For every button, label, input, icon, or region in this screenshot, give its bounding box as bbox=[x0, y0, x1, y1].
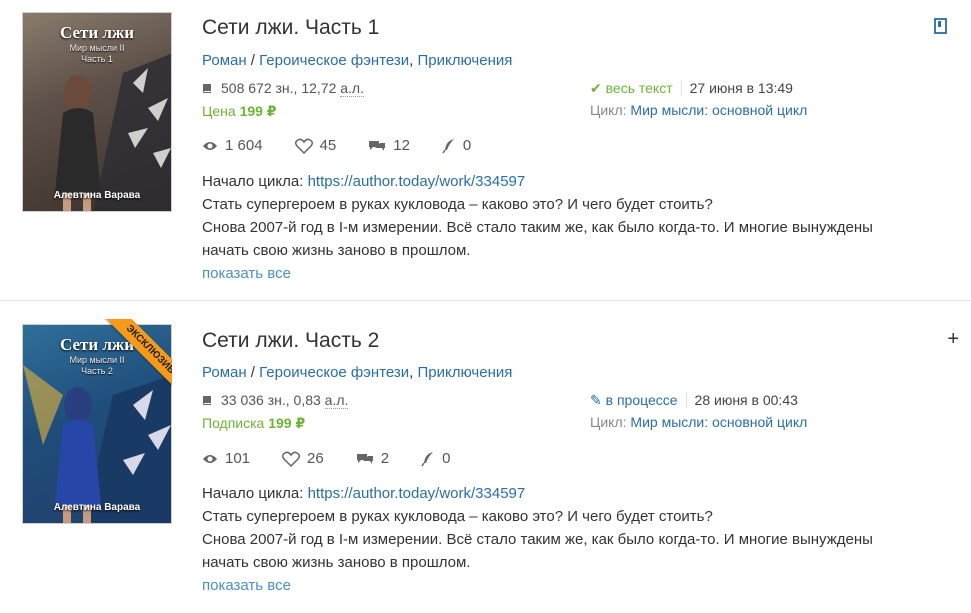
stats-row: 101 26 2 0 bbox=[202, 450, 482, 467]
cover-author: Алевтина Варава bbox=[53, 502, 141, 513]
cycle-info: Цикл: Мир мысли: основной цикл bbox=[590, 414, 808, 430]
heart-icon bbox=[282, 451, 301, 467]
book-size: 508 672 зн., 12,72 а.л. bbox=[202, 80, 364, 97]
cycle-link[interactable]: Мир мысли: основной цикл bbox=[630, 414, 807, 430]
price: Цена 199 ₽ bbox=[202, 103, 277, 119]
genre-list: Роман / Героическое фэнтези, Приключения bbox=[202, 52, 513, 69]
book-size: 33 036 зн., 0,83 а.л. bbox=[202, 392, 349, 409]
comments-icon bbox=[356, 453, 373, 464]
cover-subtitle: Мир мысли II Часть 1 bbox=[69, 43, 125, 64]
price: Подписка 199 ₽ bbox=[202, 415, 306, 431]
check-icon: ✔ bbox=[590, 80, 602, 96]
book-title-2[interactable]: Сети лжи. Часть 2 bbox=[202, 329, 379, 353]
genre-link[interactable]: Героическое фэнтези bbox=[259, 52, 409, 69]
status-badge: ✔ весь текст bbox=[590, 80, 673, 96]
heart-icon bbox=[294, 138, 313, 154]
show-all-link[interactable]: показать все bbox=[202, 574, 942, 597]
show-all-link[interactable]: показать все bbox=[202, 262, 942, 285]
genre-link[interactable]: Приключения bbox=[418, 52, 513, 69]
book-cover-1[interactable]: Сети лжи Мир мысли II Часть 1 Алевтина Ва… bbox=[22, 12, 172, 212]
views-stat: 1 604 bbox=[202, 137, 263, 154]
pencil-icon: ✎ bbox=[590, 392, 602, 408]
genre-list: Роман / Героическое фэнтези, Приключения bbox=[202, 364, 513, 381]
book-icon bbox=[203, 396, 211, 405]
plus-icon[interactable]: + bbox=[947, 328, 959, 351]
update-date: 27 июня в 13:49 bbox=[689, 80, 793, 96]
cycle-start-link[interactable]: https://author.today/work/334597 bbox=[308, 485, 526, 502]
status-badge: ✎ в процессе bbox=[590, 392, 678, 408]
book-card-1: Сети лжи Мир мысли II Часть 1 Алевтина Ва… bbox=[0, 0, 971, 301]
feather-icon bbox=[421, 451, 434, 466]
genre-link[interactable]: Роман bbox=[202, 364, 247, 381]
rewards-stat[interactable]: 0 bbox=[421, 450, 450, 467]
book-title-1[interactable]: Сети лжи. Часть 1 bbox=[202, 16, 379, 40]
genre-link[interactable]: Роман bbox=[202, 52, 247, 69]
status-line: ✎ в процессе 28 июня в 00:43 bbox=[590, 392, 798, 409]
cover-title: Сети лжи bbox=[59, 23, 135, 42]
update-date: 28 июня в 00:43 bbox=[694, 392, 798, 408]
cycle-info: Цикл: Мир мысли: основной цикл bbox=[590, 102, 808, 118]
genre-link[interactable]: Героическое фэнтези bbox=[259, 364, 409, 381]
cover-author: Алевтина Варава bbox=[53, 190, 141, 201]
comments-stat[interactable]: 12 bbox=[368, 137, 410, 154]
feather-icon bbox=[442, 138, 454, 153]
views-stat: 101 bbox=[202, 450, 250, 467]
stats-row: 1 604 45 12 0 bbox=[202, 137, 503, 154]
status-line: ✔ весь текст 27 июня в 13:49 bbox=[590, 80, 793, 97]
genre-link[interactable]: Приключения bbox=[418, 364, 513, 381]
bookmark-icon[interactable] bbox=[934, 18, 948, 34]
likes-stat[interactable]: 26 bbox=[282, 450, 324, 467]
cycle-link[interactable]: Мир мысли: основной цикл bbox=[630, 102, 807, 118]
comments-stat[interactable]: 2 bbox=[356, 450, 389, 467]
annotation: Начало цикла: https://author.today/work/… bbox=[202, 482, 942, 597]
book-icon bbox=[203, 84, 211, 93]
comments-icon bbox=[369, 140, 386, 151]
cycle-start-link[interactable]: https://author.today/work/334597 bbox=[308, 173, 526, 190]
book-card-2: Сети лжи Мир мысли II Часть 2 Алевтина Ва… bbox=[0, 301, 971, 613]
likes-stat[interactable]: 45 bbox=[294, 137, 336, 154]
exclusive-ribbon: ЭКСКЛЮЗИВ bbox=[92, 319, 172, 399]
rewards-stat[interactable]: 0 bbox=[442, 137, 471, 154]
eye-icon bbox=[203, 454, 217, 463]
eye-icon bbox=[203, 141, 217, 150]
annotation: Начало цикла: https://author.today/work/… bbox=[202, 170, 942, 285]
